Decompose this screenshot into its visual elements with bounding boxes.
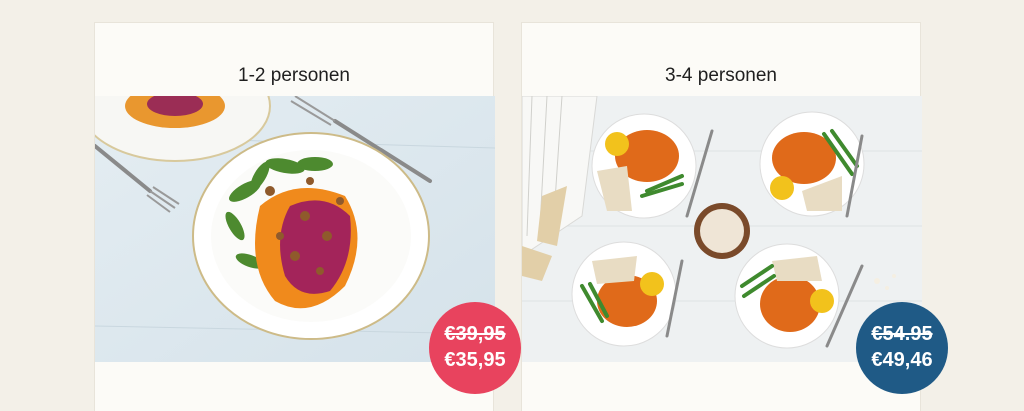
pumpkin-beet-mash-plate-photo[interactable] [95,96,495,362]
discount-price: €35,95 [444,349,506,371]
price-badge: €39,95 €35,95 [429,302,521,394]
product-title[interactable]: 3-4 personen [522,65,920,87]
product-card-1-2-personen[interactable]: 1-2 personen €39,95 €35,95 [94,22,521,411]
price-badge: €54.95 €49,46 [856,302,948,394]
old-price: €54.95 [871,323,933,345]
curry-four-plates-photo[interactable] [522,96,922,362]
product-card-3-4-personen[interactable]: 3-4 personen €54.95 €49,46 [521,22,948,411]
product-title[interactable]: 1-2 personen [95,65,493,87]
discount-price: €49,46 [871,349,933,371]
old-price: €39,95 [444,323,506,345]
